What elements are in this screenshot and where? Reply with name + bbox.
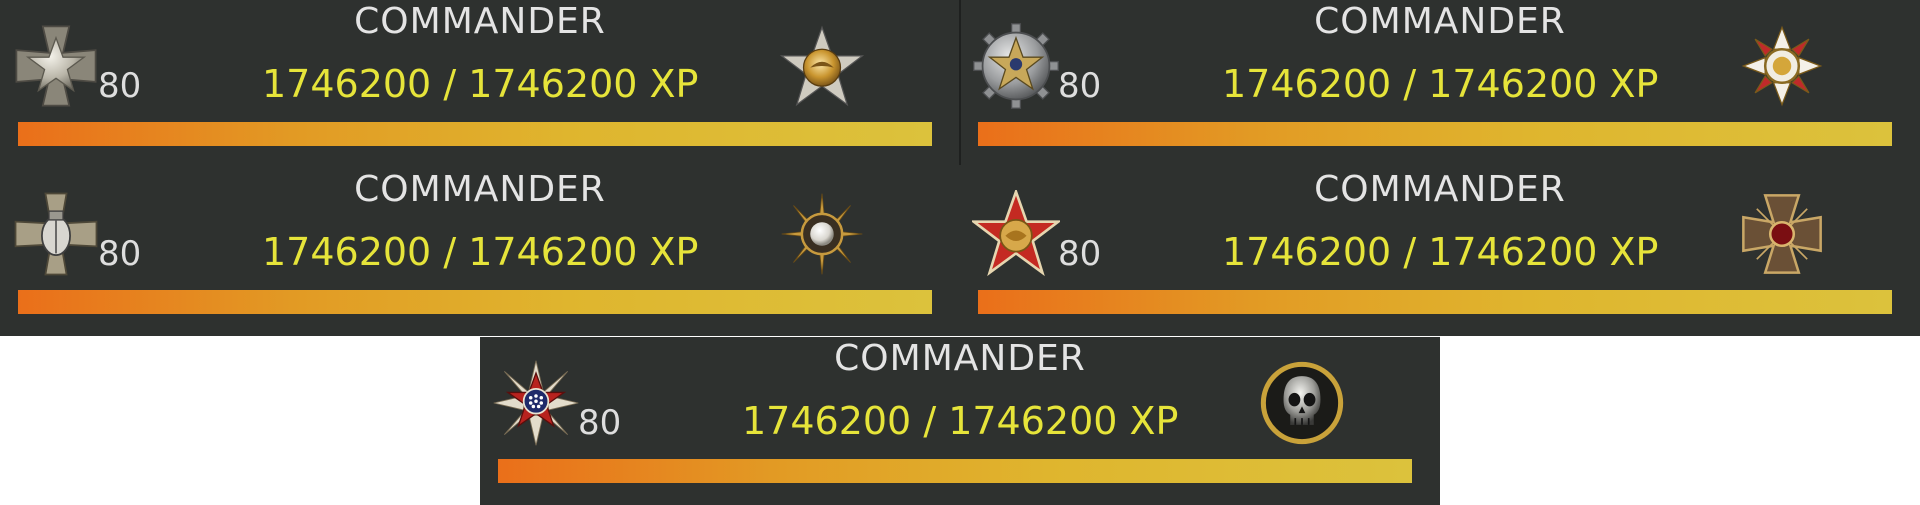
xp-progress-fill (978, 290, 1892, 314)
xp-progress-fill (978, 122, 1892, 146)
cross-bomb-icon (14, 192, 98, 276)
xp-text: 1746200 / 1746200 XP (1222, 230, 1659, 274)
iron-cross-medal-icon (1742, 194, 1822, 274)
gold-eagle-star-icon (780, 25, 864, 107)
xp-progress-bar (18, 290, 932, 314)
xp-progress-fill (18, 122, 932, 146)
level-number: 80 (1058, 66, 1102, 106)
rank-progress-screen: COMMANDER 80 1746200 / 1746200 XP COMMAN… (0, 0, 1920, 505)
xp-progress-fill (498, 459, 1412, 483)
rank-panel: COMMANDER 80 1746200 / 1746200 XP (960, 168, 1920, 336)
xp-progress-bar (978, 290, 1892, 314)
rank-panel: COMMANDER 80 1746200 / 1746200 XP (960, 0, 1920, 168)
xp-text: 1746200 / 1746200 XP (262, 62, 699, 106)
xp-progress-bar (498, 459, 1412, 483)
level-number: 80 (578, 403, 622, 443)
level-number: 80 (98, 234, 142, 274)
xp-text: 1746200 / 1746200 XP (742, 399, 1179, 443)
red-star-globe-icon (972, 190, 1060, 277)
panel-divider (959, 0, 961, 165)
pearl-sunburst-medal-icon (781, 193, 863, 275)
xp-text: 1746200 / 1746200 XP (262, 230, 699, 274)
level-number: 80 (1058, 234, 1102, 274)
xp-text: 1746200 / 1746200 XP (1222, 62, 1659, 106)
silver-cross-star-icon (15, 25, 97, 107)
red-white-cross-medal-icon (1741, 25, 1823, 107)
xp-progress-bar (978, 122, 1892, 146)
rank-panel: COMMANDER 80 1746200 / 1746200 XP (0, 168, 960, 336)
level-number: 80 (98, 66, 142, 106)
xp-progress-fill (18, 290, 932, 314)
rank-panel: COMMANDER 80 1746200 / 1746200 XP (480, 337, 1440, 505)
rank-panel: COMMANDER 80 1746200 / 1746200 XP (0, 0, 960, 168)
gear-star-icon (973, 23, 1059, 109)
star-order-medal-icon (493, 360, 579, 446)
xp-progress-bar (18, 122, 932, 146)
gold-skull-icon (1260, 361, 1344, 445)
